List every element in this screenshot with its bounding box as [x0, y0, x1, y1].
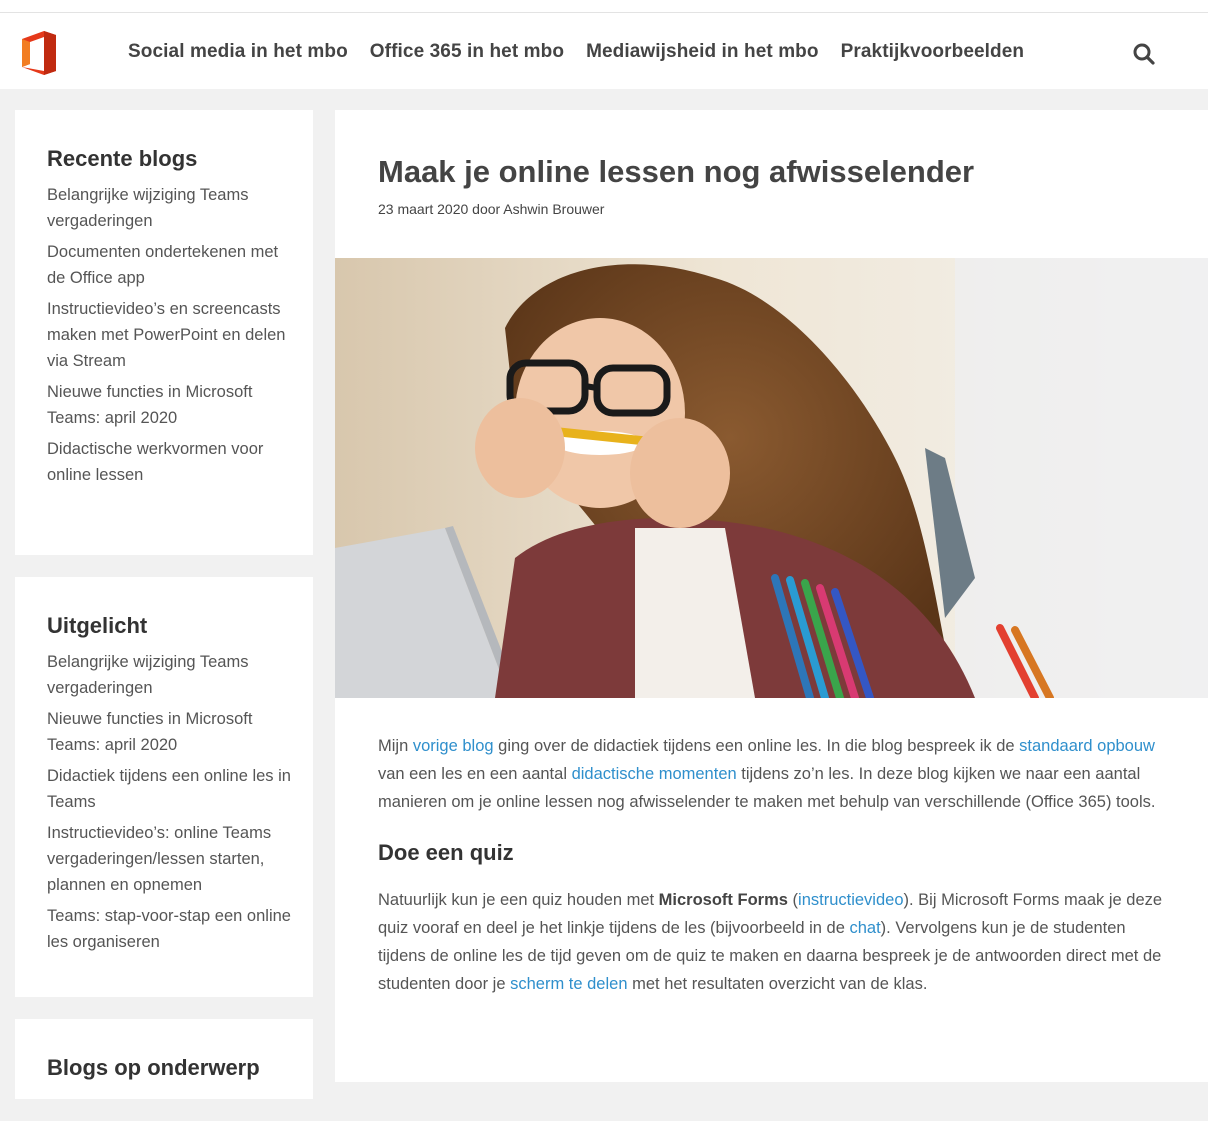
- link-vorige-blog[interactable]: vorige blog: [413, 737, 494, 755]
- recent-blog-link[interactable]: Documenten ondertekenen met de Office ap…: [47, 243, 278, 287]
- bold-text: Microsoft Forms: [658, 891, 788, 909]
- hero-image: [335, 258, 1208, 698]
- topics-widget: Blogs op onderwerp: [15, 1019, 313, 1099]
- text: (: [787, 891, 799, 909]
- list-item: Documenten ondertekenen met de Office ap…: [47, 239, 293, 291]
- nav-office-365[interactable]: Office 365 in het mbo: [370, 41, 564, 63]
- recent-blog-link[interactable]: Didactische werkvormen voor online lesse…: [47, 440, 263, 484]
- text: ging over de didactiek tijdens een onlin…: [493, 737, 1020, 755]
- article-content: Maak je online lessen nog afwisselender …: [335, 110, 1208, 1082]
- recent-blogs-widget: Recente blogs Belangrijke wijziging Team…: [15, 110, 313, 555]
- link-standaard-opbouw[interactable]: standaard opbouw: [1019, 737, 1155, 755]
- featured-link[interactable]: Teams: stap-voor-stap een online les org…: [47, 907, 291, 951]
- list-item: Teams: stap-voor-stap een online les org…: [47, 903, 293, 955]
- featured-link[interactable]: Nieuwe functies in Microsoft Teams: apri…: [47, 710, 252, 754]
- list-item: Belangrijke wijziging Teams vergaderinge…: [47, 182, 293, 234]
- list-item: Nieuwe functies in Microsoft Teams: apri…: [47, 706, 293, 758]
- text: Natuurlijk kun je een quiz houden met: [378, 891, 659, 909]
- widget-title: Recente blogs: [47, 146, 198, 171]
- quiz-paragraph: Natuurlijk kun je een quiz houden met Mi…: [378, 886, 1168, 998]
- widget-title: Blogs op onderwerp: [47, 1055, 260, 1080]
- list-item: Didactiek tijdens een online les in Team…: [47, 763, 293, 815]
- page-title: Maak je online lessen nog afwisselender: [378, 154, 975, 189]
- link-didactische-momenten[interactable]: didactische momenten: [572, 765, 737, 783]
- search-icon[interactable]: [1131, 41, 1157, 67]
- office-logo-icon[interactable]: [20, 30, 58, 76]
- list-item: Belangrijke wijziging Teams vergaderinge…: [47, 649, 293, 701]
- article-body: Mijn vorige blog ging over de didactiek …: [378, 732, 1168, 998]
- text: met het resultaten overzicht van de klas…: [627, 975, 928, 993]
- nav-praktijkvoorbeelden[interactable]: Praktijkvoorbeelden: [841, 41, 1025, 63]
- link-instructievideo[interactable]: instructievideo: [798, 891, 903, 909]
- link-chat[interactable]: chat: [849, 919, 880, 937]
- main-nav: Social media in het mbo Office 365 in he…: [128, 41, 1046, 63]
- intro-paragraph: Mijn vorige blog ging over de didactiek …: [378, 732, 1168, 816]
- text: van een les en een aantal: [378, 765, 572, 783]
- featured-link[interactable]: Instructievideo’s: online Teams vergader…: [47, 824, 271, 894]
- section-heading: Doe een quiz: [378, 840, 514, 865]
- featured-link[interactable]: Didactiek tijdens een online les in Team…: [47, 767, 291, 811]
- list-item: Instructievideo’s en screencasts maken m…: [47, 296, 293, 374]
- nav-social-media[interactable]: Social media in het mbo: [128, 41, 348, 63]
- list-item: Instructievideo’s: online Teams vergader…: [47, 820, 293, 898]
- widget-title: Uitgelicht: [47, 613, 148, 638]
- recent-blog-link[interactable]: Belangrijke wijziging Teams vergaderinge…: [47, 186, 248, 230]
- text: Mijn: [378, 737, 413, 755]
- featured-widget: Uitgelicht Belangrijke wijziging Teams v…: [15, 577, 313, 997]
- top-bar: [0, 0, 1208, 13]
- link-scherm-te-delen[interactable]: scherm te delen: [510, 975, 627, 993]
- recent-blog-link[interactable]: Instructievideo’s en screencasts maken m…: [47, 300, 285, 370]
- nav-mediawijsheid[interactable]: Mediawijsheid in het mbo: [586, 41, 819, 63]
- recent-blog-link[interactable]: Nieuwe functies in Microsoft Teams: apri…: [47, 383, 252, 427]
- list-item: Didactische werkvormen voor online lesse…: [47, 436, 293, 488]
- sidebar: Recente blogs Belangrijke wijziging Team…: [15, 110, 313, 1121]
- featured-link[interactable]: Belangrijke wijziging Teams vergaderinge…: [47, 653, 248, 697]
- list-item: Nieuwe functies in Microsoft Teams: apri…: [47, 379, 293, 431]
- site-header: Social media in het mbo Office 365 in he…: [0, 13, 1208, 89]
- post-meta: 23 maart 2020 door Ashwin Brouwer: [378, 201, 605, 217]
